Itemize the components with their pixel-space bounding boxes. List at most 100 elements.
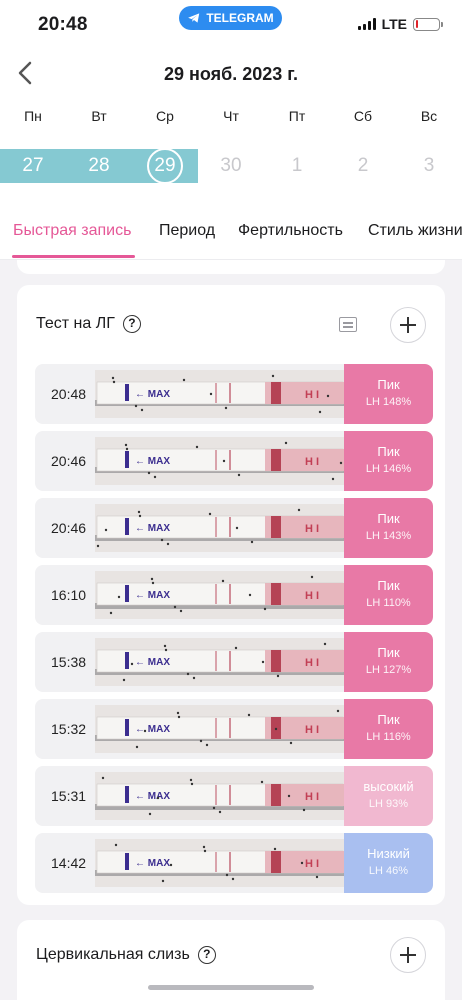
- lh-strip-photo: ← MAX H I: [95, 772, 345, 820]
- svg-text:H I: H I: [305, 523, 319, 535]
- battery-icon: [413, 17, 443, 31]
- telegram-icon: [188, 13, 200, 23]
- calendar-day[interactable]: 2: [330, 149, 396, 183]
- test-time: 16:10: [51, 587, 87, 603]
- test-time: 15:38: [51, 654, 87, 670]
- lh-test-row[interactable]: 20:48 ← MAX H I Пик LH 148%: [35, 364, 433, 424]
- notes-icon[interactable]: [339, 317, 357, 332]
- weekday-label: Вс: [420, 108, 438, 124]
- lh-card-header: Тест на ЛГ ?: [36, 315, 141, 333]
- svg-text:← MAX: ← MAX: [135, 791, 170, 802]
- svg-text:H I: H I: [305, 858, 319, 870]
- lh-level-label: Пик: [377, 645, 400, 660]
- lh-strip-photo: ← MAX H I: [95, 839, 345, 887]
- test-strip-image: ← MAX H I: [95, 772, 345, 820]
- calendar-day[interactable]: 28: [66, 149, 132, 183]
- test-strip-image: ← MAX H I: [95, 437, 345, 485]
- lh-level-badge: Пик LH 127%: [344, 632, 433, 692]
- lh-strip-photo: ← MAX H I: [95, 638, 345, 686]
- lh-level-badge: Пик LH 110%: [344, 565, 433, 625]
- test-time: 15:32: [51, 721, 87, 737]
- test-strip-image: ← MAX H I: [95, 504, 345, 552]
- svg-text:← MAX: ← MAX: [135, 724, 170, 735]
- svg-text:← MAX: ← MAX: [135, 389, 170, 400]
- lh-level-badge: Пик LH 148%: [344, 364, 433, 424]
- page-title: 29 нояб. 2023 г.: [163, 64, 298, 84]
- weekday-label: Чт: [223, 108, 239, 124]
- svg-text:← MAX: ← MAX: [135, 858, 170, 869]
- tab-quick-entry[interactable]: Быстрая запись: [13, 222, 131, 240]
- weekday-row: Пн Вт Ср Чт Пт Сб Вс: [0, 108, 462, 128]
- tab-period[interactable]: Период: [159, 222, 215, 240]
- add-cervical-button[interactable]: [390, 937, 426, 973]
- weekday-label: Вт: [91, 108, 107, 124]
- lh-test-card: Тест на ЛГ ? 20:48 ← MAX H I Пик LH 148% 20:4…: [17, 285, 445, 905]
- signal-icon: [357, 18, 376, 30]
- lh-test-row[interactable]: 15:31 ← MAX H I высокий LH 93%: [35, 766, 433, 826]
- calendar-day[interactable]: 30: [198, 149, 264, 183]
- lh-card-title: Тест на ЛГ: [36, 315, 115, 332]
- telegram-return-pill[interactable]: TELEGRAM: [179, 6, 282, 30]
- selected-day-ring: [147, 148, 183, 184]
- lh-strip-photo: ← MAX H I: [95, 571, 345, 619]
- home-indicator: [148, 985, 314, 990]
- lh-percent-label: LH 148%: [365, 396, 412, 408]
- lh-level-badge: Пик LH 116%: [344, 699, 433, 759]
- svg-text:← MAX: ← MAX: [135, 657, 170, 668]
- lh-percent-label: LH 116%: [366, 731, 411, 743]
- lh-test-row[interactable]: 14:42 ← MAX H I Низкий LH 46%: [35, 833, 433, 893]
- svg-text:H I: H I: [305, 590, 319, 602]
- lh-percent-label: LH 93%: [368, 798, 409, 810]
- tab-lifestyle[interactable]: Стиль жизни: [368, 222, 462, 240]
- status-indicators: LTE: [357, 16, 443, 32]
- lh-level-label: Низкий: [367, 846, 410, 861]
- weekday-label: Пт: [288, 108, 306, 124]
- lh-level-label: Пик: [377, 578, 400, 593]
- svg-text:H I: H I: [305, 456, 319, 468]
- weekday-label: Сб: [353, 108, 373, 124]
- add-lh-test-button[interactable]: [390, 307, 426, 343]
- lh-level-label: Пик: [377, 712, 400, 727]
- test-strip-image: ← MAX H I: [95, 571, 345, 619]
- lh-strip-photo: ← MAX H I: [95, 437, 345, 485]
- status-bar: 20:48 TELEGRAM LTE: [0, 0, 462, 50]
- lh-percent-label: LH 46%: [368, 865, 409, 877]
- cervical-card-header: Цервикальная слизь ?: [36, 946, 216, 964]
- calendar-day[interactable]: 1: [264, 149, 330, 183]
- svg-text:H I: H I: [305, 389, 319, 401]
- lh-level-badge: Пик LH 146%: [344, 431, 433, 491]
- weekday-label: Пн: [24, 108, 42, 124]
- calendar-day[interactable]: 27: [0, 149, 66, 183]
- lh-strip-photo: ← MAX H I: [95, 504, 345, 552]
- lh-test-row[interactable]: 15:38 ← MAX H I Пик LH 127%: [35, 632, 433, 692]
- lh-test-row[interactable]: 20:46 ← MAX H I Пик LH 146%: [35, 431, 433, 491]
- test-time: 20:46: [51, 520, 87, 536]
- calendar-day[interactable]: 3: [396, 149, 462, 183]
- lh-strip-photo: ← MAX H I: [95, 705, 345, 753]
- svg-text:← MAX: ← MAX: [135, 590, 170, 601]
- help-icon[interactable]: ?: [197, 946, 216, 964]
- test-time: 20:48: [51, 386, 87, 402]
- lh-test-row[interactable]: 15:32 ← MAX H I Пик LH 116%: [35, 699, 433, 759]
- test-time: 15:31: [51, 788, 87, 804]
- lh-test-row[interactable]: 20:46 ← MAX H I Пик LH 143%: [35, 498, 433, 558]
- lh-level-label: высокий: [363, 779, 414, 794]
- lh-test-row[interactable]: 16:10 ← MAX H I Пик LH 110%: [35, 565, 433, 625]
- lh-percent-label: LH 127%: [365, 664, 412, 676]
- help-icon[interactable]: ?: [122, 315, 141, 333]
- status-time: 20:48: [38, 14, 88, 35]
- svg-text:← MAX: ← MAX: [135, 523, 170, 534]
- lh-test-list: 20:48 ← MAX H I Пик LH 148% 20:46 ← MAX H I Пик L…: [35, 364, 433, 900]
- active-tab-indicator: [12, 255, 135, 258]
- lh-level-badge: Пик LH 143%: [344, 498, 433, 558]
- test-strip-image: ← MAX H I: [95, 839, 345, 887]
- lh-percent-label: LH 146%: [365, 463, 412, 475]
- test-strip-image: ← MAX H I: [95, 370, 345, 418]
- svg-text:H I: H I: [305, 657, 319, 669]
- network-label: LTE: [381, 16, 407, 32]
- test-time: 14:42: [51, 855, 87, 871]
- tab-fertility[interactable]: Фертильность: [238, 222, 343, 240]
- svg-text:H I: H I: [305, 791, 319, 803]
- telegram-pill-label: TELEGRAM: [206, 11, 274, 25]
- test-strip-image: ← MAX H I: [95, 638, 345, 686]
